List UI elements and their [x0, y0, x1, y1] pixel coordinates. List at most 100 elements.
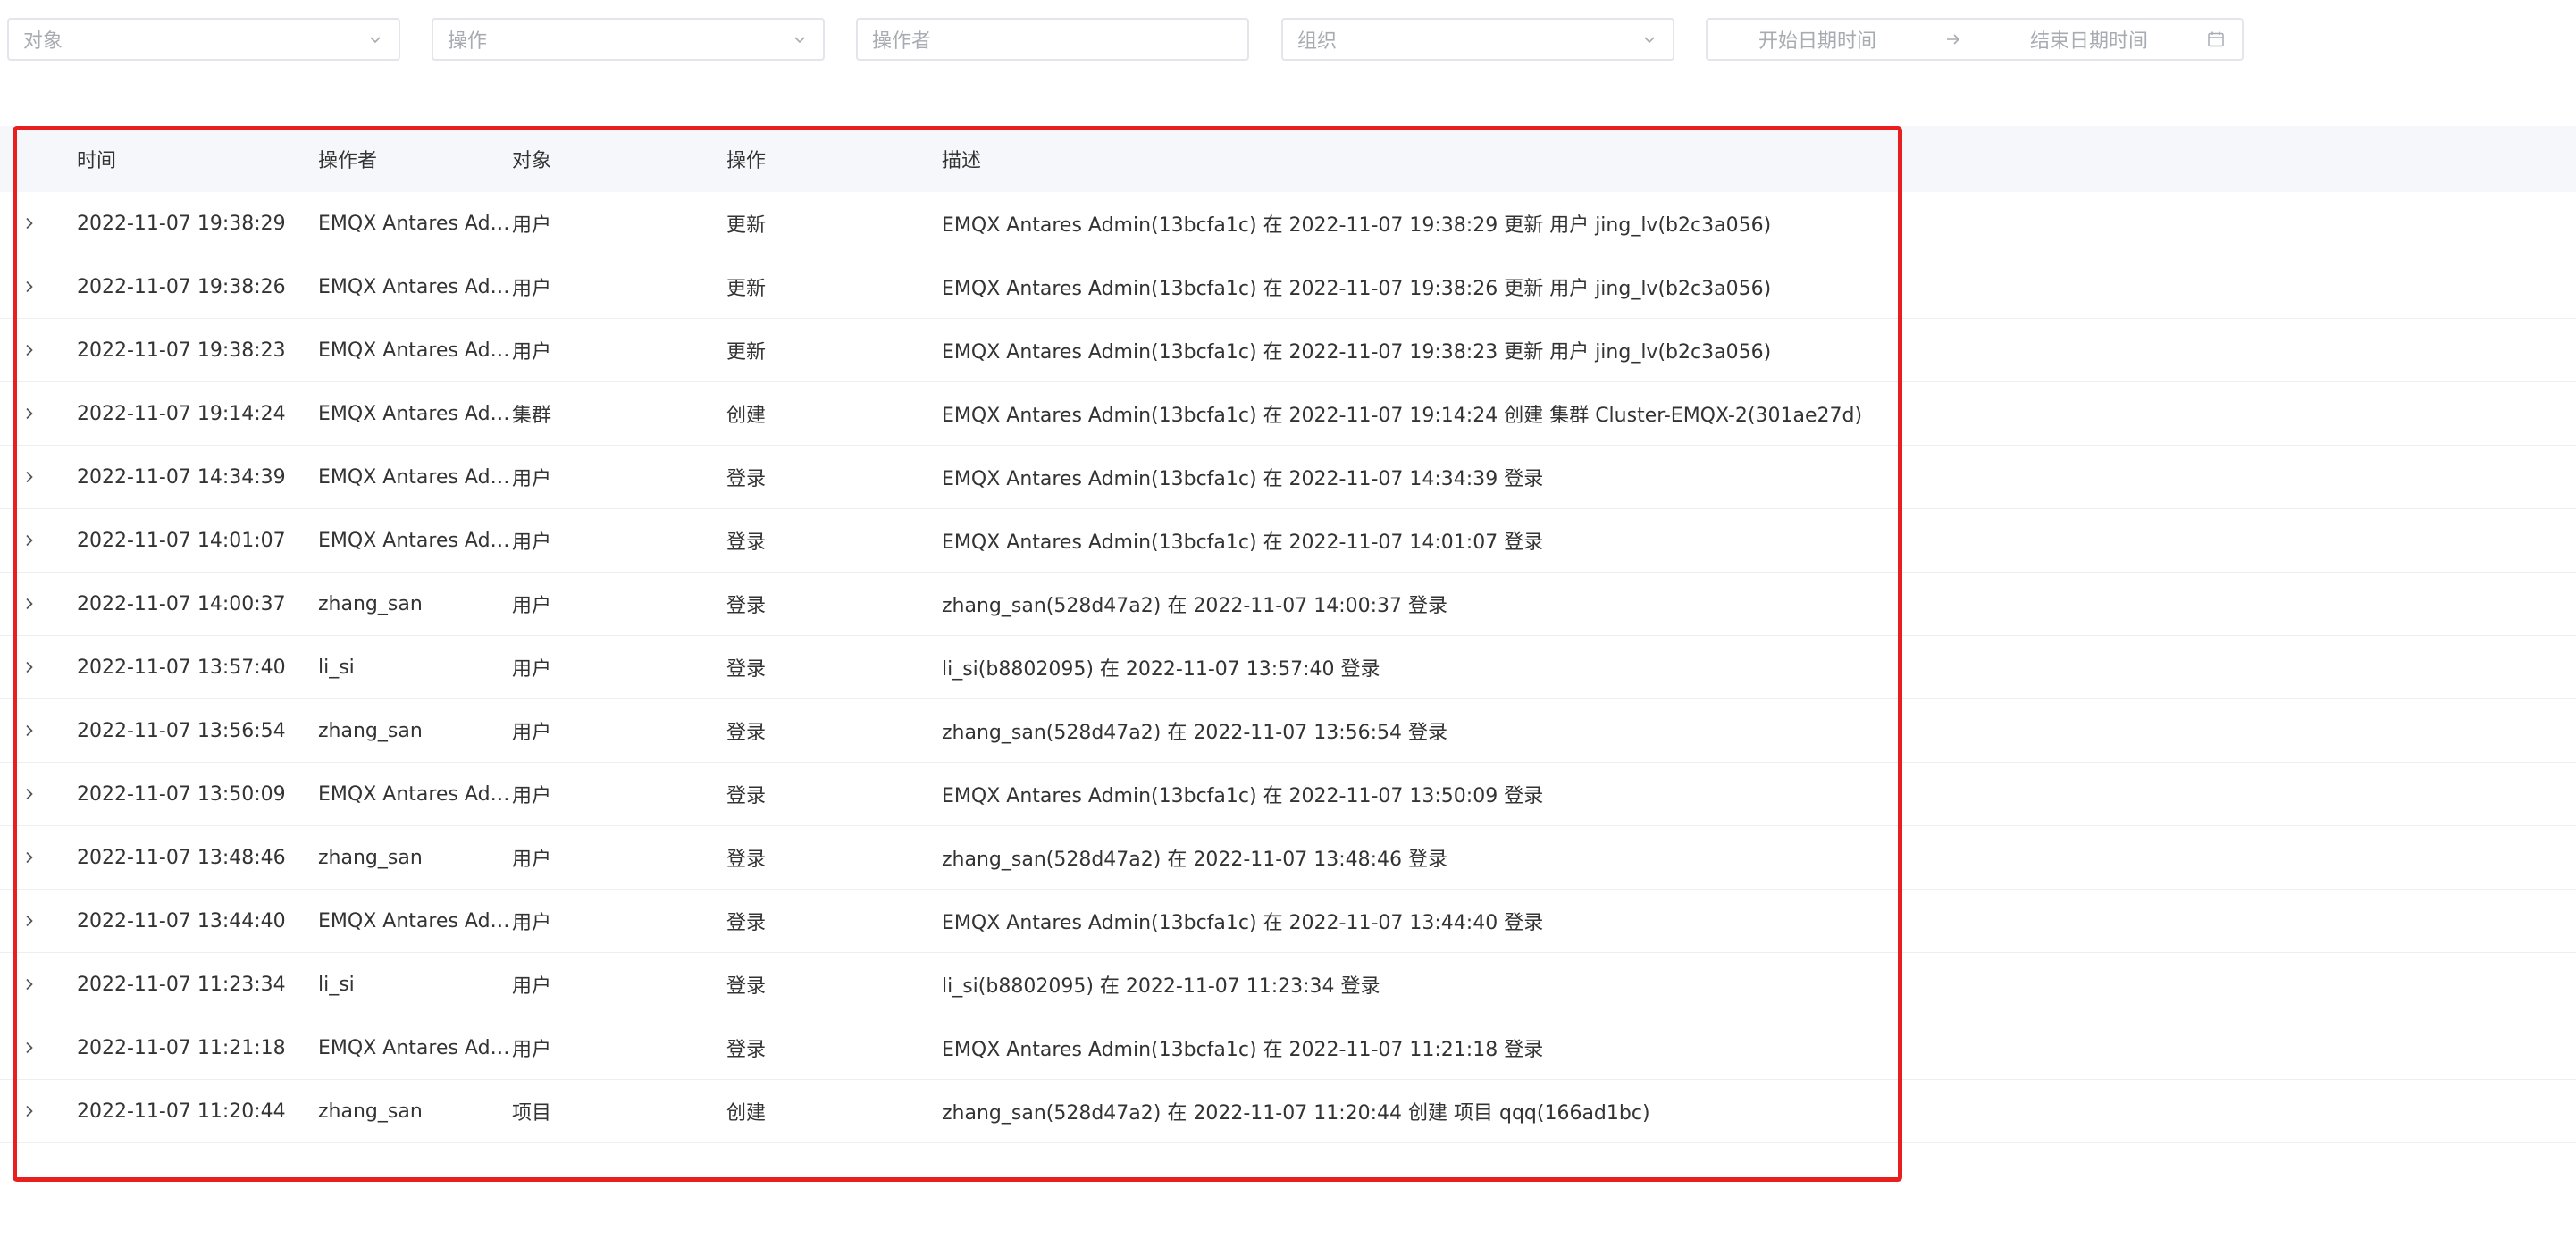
row-object: 用户	[512, 849, 552, 871]
row-operator: EMQX Antares Admin	[318, 465, 511, 489]
table-row[interactable]: 2022-11-07 19:14:24 EMQX Antares Admin 集…	[0, 382, 2576, 446]
expand-toggle[interactable]	[21, 1080, 57, 1142]
row-time: 2022-11-07 19:38:23	[77, 339, 286, 362]
expand-toggle[interactable]	[21, 573, 57, 635]
expand-toggle[interactable]	[21, 446, 57, 508]
chevron-right-icon	[26, 724, 33, 737]
table-row[interactable]: 2022-11-07 11:20:44 zhang_san 项目 创建 zhan…	[0, 1080, 2576, 1143]
table-row[interactable]: 2022-11-07 14:00:37 zhang_san 用户 登录 zhan…	[0, 573, 2576, 636]
row-operator: li_si	[318, 656, 355, 679]
table-row[interactable]: 2022-11-07 11:21:18 EMQX Antares Admin 用…	[0, 1016, 2576, 1080]
table-row[interactable]: 2022-11-07 14:34:39 EMQX Antares Admin 用…	[0, 446, 2576, 509]
row-operator: li_si	[318, 973, 355, 996]
object-select-placeholder: 对象	[23, 30, 63, 53]
row-operator: EMQX Antares Admin	[318, 782, 511, 806]
chevron-down-icon	[794, 37, 805, 44]
row-object: 用户	[512, 975, 552, 998]
row-time: 2022-11-07 13:56:54	[77, 719, 286, 742]
row-object: 用户	[512, 468, 552, 490]
operator-input[interactable]: 操作者	[856, 18, 1249, 61]
row-description: EMQX Antares Admin(13bcfa1c) 在 2022-11-0…	[942, 531, 1544, 554]
expand-toggle[interactable]	[21, 953, 57, 1016]
row-action: 登录	[726, 975, 767, 998]
chevron-right-icon	[26, 978, 33, 991]
row-action: 登录	[726, 468, 767, 490]
row-description: zhang_san(528d47a2) 在 2022-11-07 14:00:3…	[942, 595, 1447, 617]
expand-toggle[interactable]	[21, 382, 57, 445]
chevron-down-icon	[370, 37, 381, 44]
header-object: 对象	[512, 150, 552, 172]
expand-toggle[interactable]	[21, 763, 57, 825]
table-row[interactable]: 2022-11-07 13:56:54 zhang_san 用户 登录 zhan…	[0, 699, 2576, 763]
row-description: EMQX Antares Admin(13bcfa1c) 在 2022-11-0…	[942, 278, 1772, 300]
chevron-right-icon	[26, 280, 33, 293]
expand-toggle[interactable]	[21, 255, 57, 318]
row-description: EMQX Antares Admin(13bcfa1c) 在 2022-11-0…	[942, 405, 1863, 427]
row-operator: zhang_san	[318, 1100, 423, 1123]
chevron-right-icon	[26, 534, 33, 547]
row-action: 创建	[726, 1102, 767, 1125]
chevron-right-icon	[26, 217, 33, 230]
table-row[interactable]: 2022-11-07 19:38:29 EMQX Antares Admin 用…	[0, 192, 2576, 255]
date-range-picker[interactable]: 开始日期时间 结束日期时间	[1706, 18, 2244, 61]
row-operator: zhang_san	[318, 592, 423, 615]
row-description: EMQX Antares Admin(13bcfa1c) 在 2022-11-0…	[942, 341, 1772, 364]
row-time: 2022-11-07 19:38:26	[77, 275, 286, 298]
row-object: 用户	[512, 658, 552, 681]
org-select-placeholder: 组织	[1297, 30, 1338, 53]
expand-toggle[interactable]	[21, 699, 57, 762]
chevron-right-icon	[26, 407, 33, 420]
row-time: 2022-11-07 19:14:24	[77, 402, 286, 425]
row-object: 用户	[512, 214, 552, 237]
table-row[interactable]: 2022-11-07 13:48:46 zhang_san 用户 登录 zhan…	[0, 826, 2576, 890]
row-object: 用户	[512, 785, 552, 807]
expand-toggle[interactable]	[21, 636, 57, 698]
row-time: 2022-11-07 14:00:37	[77, 592, 286, 615]
table-row[interactable]: 2022-11-07 11:23:34 li_si 用户 登录 li_si(b8…	[0, 953, 2576, 1016]
row-operator: zhang_san	[318, 719, 423, 742]
row-operator: zhang_san	[318, 846, 423, 869]
row-time: 2022-11-07 14:34:39	[77, 465, 286, 489]
table-row[interactable]: 2022-11-07 13:50:09 EMQX Antares Admin 用…	[0, 763, 2576, 826]
row-object: 项目	[512, 1102, 552, 1125]
object-select[interactable]: 对象	[7, 18, 400, 61]
row-action: 更新	[726, 278, 767, 300]
expand-toggle[interactable]	[21, 509, 57, 572]
chevron-right-icon	[26, 851, 33, 864]
expand-toggle[interactable]	[21, 1016, 57, 1079]
expand-toggle[interactable]	[21, 826, 57, 889]
row-action: 登录	[726, 849, 767, 871]
header-description: 描述	[942, 150, 982, 172]
row-description: li_si(b8802095) 在 2022-11-07 11:23:34 登录	[942, 975, 1380, 998]
expand-toggle[interactable]	[21, 192, 57, 255]
row-description: EMQX Antares Admin(13bcfa1c) 在 2022-11-0…	[942, 468, 1544, 490]
row-object: 用户	[512, 722, 552, 744]
header-time: 时间	[77, 150, 117, 172]
audit-log-table: 时间 操作者 对象 操作 描述 2022-11-07 19:38:29 EMQX…	[0, 126, 2576, 1143]
table-row[interactable]: 2022-11-07 19:38:26 EMQX Antares Admin 用…	[0, 255, 2576, 319]
row-action: 登录	[726, 531, 767, 554]
arrow-right-icon	[1947, 34, 1960, 45]
chevron-right-icon	[26, 1105, 33, 1117]
row-operator: EMQX Antares Admin	[318, 402, 511, 425]
header-action: 操作	[726, 150, 767, 172]
end-datetime-placeholder[interactable]: 结束日期时间	[1979, 25, 2199, 54]
action-select[interactable]: 操作	[432, 18, 825, 61]
table-row[interactable]: 2022-11-07 13:57:40 li_si 用户 登录 li_si(b8…	[0, 636, 2576, 699]
row-description: EMQX Antares Admin(13bcfa1c) 在 2022-11-0…	[942, 1039, 1544, 1061]
start-datetime-placeholder[interactable]: 开始日期时间	[1708, 25, 1927, 54]
chevron-right-icon	[26, 1041, 33, 1054]
chevron-right-icon	[26, 471, 33, 483]
row-time: 2022-11-07 14:01:07	[77, 529, 286, 552]
row-time: 2022-11-07 19:38:29	[77, 212, 286, 235]
action-select-placeholder: 操作	[448, 30, 488, 53]
expand-toggle[interactable]	[21, 890, 57, 952]
row-operator: EMQX Antares Admin	[318, 275, 511, 298]
table-row[interactable]: 2022-11-07 13:44:40 EMQX Antares Admin 用…	[0, 890, 2576, 953]
org-select[interactable]: 组织	[1281, 18, 1674, 61]
row-operator: EMQX Antares Admin	[318, 529, 511, 552]
expand-toggle[interactable]	[21, 319, 57, 381]
table-row[interactable]: 2022-11-07 14:01:07 EMQX Antares Admin 用…	[0, 509, 2576, 573]
table-row[interactable]: 2022-11-07 19:38:23 EMQX Antares Admin 用…	[0, 319, 2576, 382]
table-header: 时间 操作者 对象 操作 描述	[0, 126, 2576, 192]
